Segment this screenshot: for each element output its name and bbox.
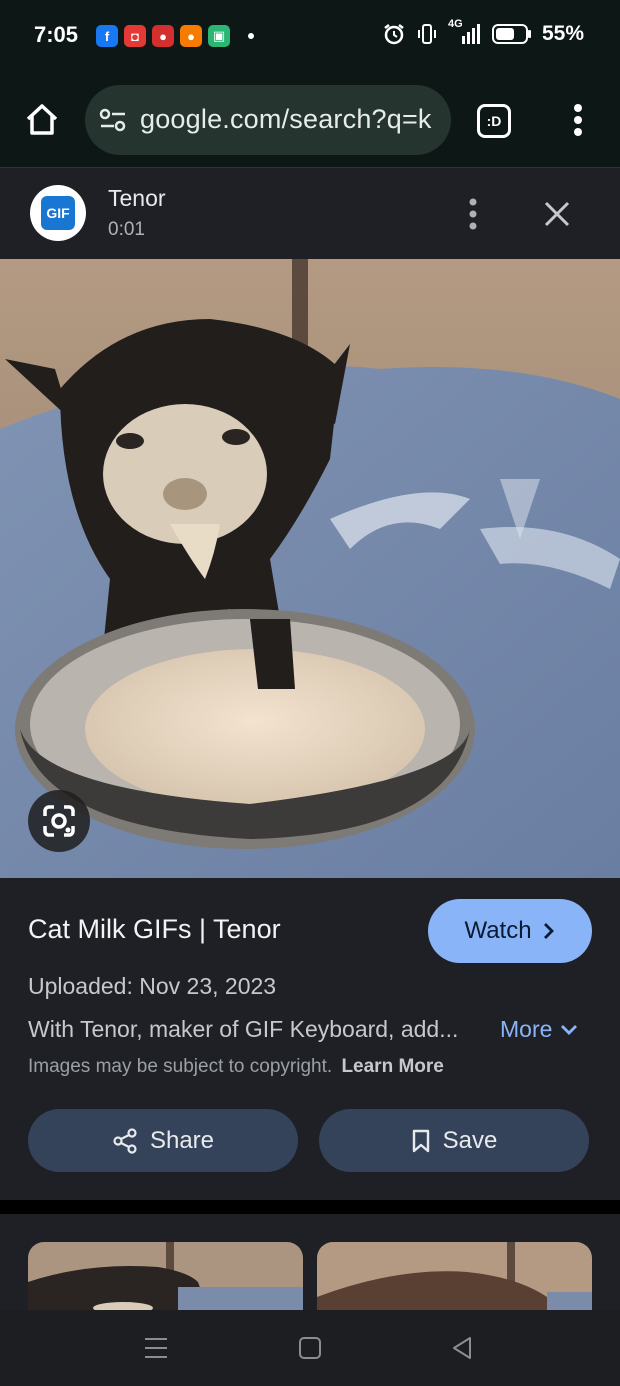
related-results bbox=[0, 1214, 620, 1310]
google-lens-button[interactable] bbox=[28, 790, 90, 852]
close-icon[interactable] bbox=[541, 198, 573, 230]
source-duration: 0:01 bbox=[108, 219, 145, 240]
related-thumbnail[interactable] bbox=[317, 1242, 592, 1310]
upload-date: Uploaded: Nov 23, 2023 bbox=[28, 973, 277, 999]
chevron-right-icon bbox=[543, 923, 554, 939]
browser-toolbar: google.com/search?q=k :D bbox=[0, 76, 620, 168]
browser-menu-icon[interactable] bbox=[566, 100, 590, 140]
url-text[interactable]: google.com/search?q=k bbox=[140, 104, 432, 135]
related-thumbnail[interactable] bbox=[28, 1242, 303, 1310]
tenor-logo-icon: GIF bbox=[41, 196, 75, 230]
system-icons: 4G 55% bbox=[382, 18, 584, 46]
result-title[interactable]: Cat Milk GIFs | Tenor bbox=[28, 914, 281, 945]
save-button[interactable]: Save bbox=[319, 1109, 589, 1172]
more-options-icon[interactable] bbox=[462, 196, 484, 232]
system-navigation-bar bbox=[0, 1310, 620, 1386]
save-label: Save bbox=[442, 1126, 498, 1154]
result-info: Cat Milk GIFs | Tenor Watch Uploaded: No… bbox=[0, 878, 620, 1200]
vibrate-icon bbox=[417, 24, 436, 44]
orange-app-icon: ● bbox=[180, 25, 202, 47]
address-bar[interactable]: google.com/search?q=k bbox=[85, 85, 451, 155]
notification-icons: f ◘ ● ● ▣ bbox=[96, 25, 254, 47]
green-app-icon: ▣ bbox=[208, 25, 230, 47]
copyright-text: Images may be subject to copyright. bbox=[28, 1056, 333, 1077]
tab-switcher-button[interactable]: :D bbox=[477, 104, 511, 138]
more-label: More bbox=[500, 1016, 553, 1042]
more-button[interactable]: More bbox=[500, 1016, 578, 1043]
home-icon[interactable] bbox=[22, 100, 62, 140]
battery-percent: 55% bbox=[541, 22, 584, 45]
facebook-icon: f bbox=[96, 25, 118, 47]
source-avatar[interactable]: GIF bbox=[30, 185, 86, 241]
kitten-milk-image bbox=[0, 259, 620, 878]
battery-icon bbox=[491, 24, 531, 44]
lens-icon bbox=[43, 805, 75, 837]
alarm-icon bbox=[384, 24, 404, 45]
watch-button[interactable]: Watch bbox=[428, 899, 592, 963]
source-name[interactable]: Tenor bbox=[108, 185, 166, 212]
source-header: GIF Tenor 0:01 bbox=[0, 168, 620, 259]
share-label: Share bbox=[149, 1126, 215, 1154]
back-icon[interactable] bbox=[448, 1334, 476, 1362]
home-nav-icon[interactable] bbox=[296, 1334, 324, 1362]
watch-label: Watch bbox=[464, 917, 532, 944]
site-settings-icon[interactable] bbox=[99, 108, 127, 132]
result-description: With Tenor, maker of GIF Keyboard, add..… bbox=[28, 1016, 459, 1042]
red-app-icon: ● bbox=[152, 25, 174, 47]
chevron-down-icon bbox=[561, 1024, 578, 1035]
recent-apps-icon[interactable] bbox=[142, 1334, 170, 1362]
preview-image[interactable] bbox=[0, 259, 620, 878]
share-button[interactable]: Share bbox=[28, 1109, 298, 1172]
bookmark-icon bbox=[412, 1129, 429, 1152]
status-time: 7:05 bbox=[34, 22, 79, 47]
camera-app-icon: ◘ bbox=[124, 25, 146, 47]
copyright-notice: Images may be subject to copyright. Lear… bbox=[28, 1056, 444, 1078]
section-divider bbox=[0, 1200, 620, 1214]
more-notifications-dot bbox=[248, 33, 254, 39]
status-bar: 7:05 f ◘ ● ● ▣ 4G 55% bbox=[0, 0, 620, 76]
learn-more-link[interactable]: Learn More bbox=[341, 1056, 443, 1077]
signal-icon: 4G bbox=[448, 18, 482, 46]
share-icon bbox=[113, 1127, 137, 1154]
